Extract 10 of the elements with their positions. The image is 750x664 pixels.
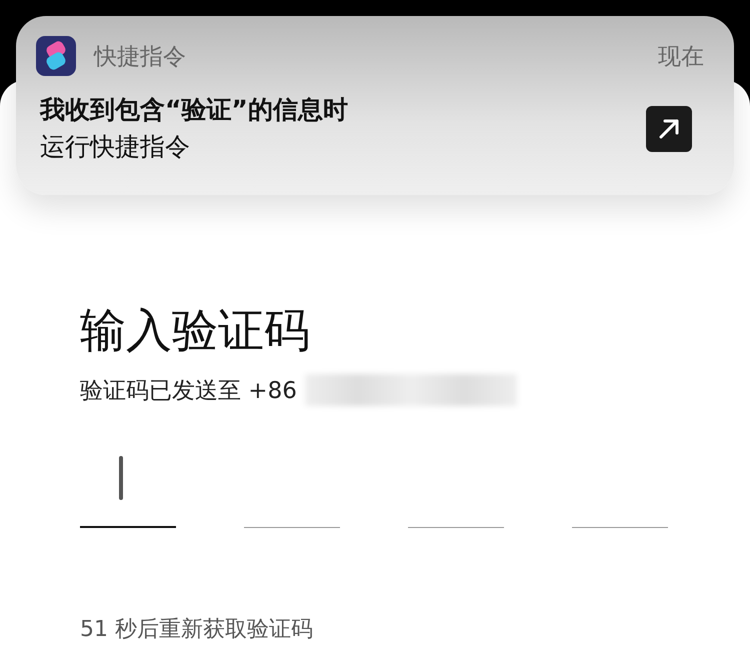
notification-time: 现在 bbox=[658, 42, 704, 72]
app-name: 快捷指令 bbox=[94, 42, 186, 72]
notification-body: 运行快捷指令 bbox=[40, 131, 191, 163]
text-cursor bbox=[119, 456, 123, 500]
notification-title: 我收到包含“验证”的信息时 bbox=[40, 94, 349, 126]
resend-countdown: 51 秒后重新获取验证码 bbox=[80, 616, 314, 644]
app-icon bbox=[36, 36, 76, 76]
notification-banner[interactable]: 快捷指令 现在 我收到包含“验证”的信息时 运行快捷指令 bbox=[16, 16, 734, 195]
page-title: 输入验证码 bbox=[80, 302, 311, 358]
sent-to-text: 验证码已发送至 +86 bbox=[80, 376, 297, 406]
